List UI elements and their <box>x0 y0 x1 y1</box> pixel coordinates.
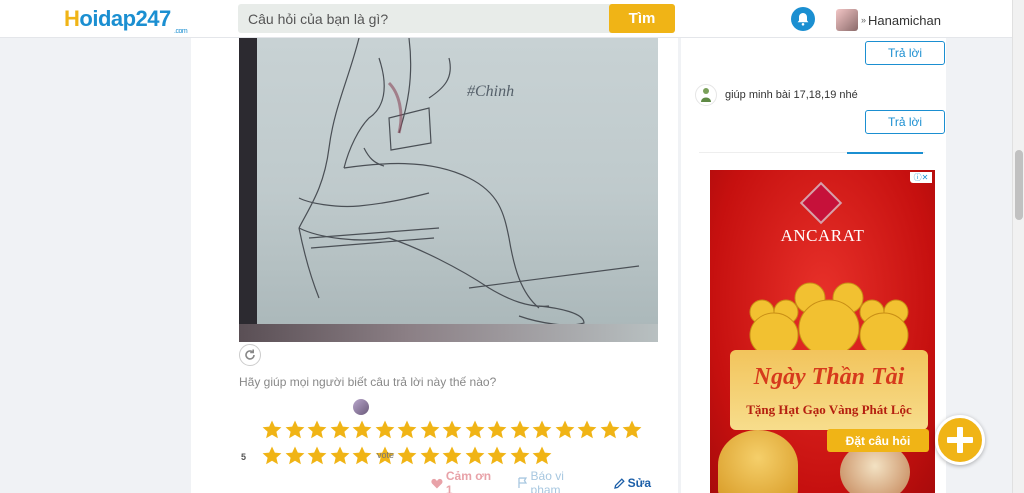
answer-panel: #Chinh Hãy giúp mọi người biết câu trả l… <box>191 38 678 493</box>
plus-icon[interactable] <box>935 415 985 465</box>
star-icon[interactable] <box>509 419 531 441</box>
ad-title: Ngày Thần Tài <box>753 364 905 390</box>
thanks-label: Cảm ơn 1 <box>445 469 492 493</box>
list-item[interactable]: giúp minh bài 17,18,19 nhé <box>695 84 935 106</box>
star-icon[interactable] <box>531 419 553 441</box>
site-logo[interactable]: Hoidap247 .com <box>64 6 188 35</box>
ad-subtitle: Tặng Hạt Gạo Vàng Phát Lộc <box>746 402 912 417</box>
star-icon[interactable] <box>396 445 418 467</box>
reply-button[interactable]: Trả lời <box>865 41 945 65</box>
edit-button[interactable]: Sửa <box>613 476 651 490</box>
report-label: Báo vi phạm <box>530 469 564 493</box>
username[interactable]: Hanamichan <box>868 13 941 28</box>
star-icon[interactable] <box>351 419 373 441</box>
image-shadow <box>239 38 257 342</box>
rating-value: 5 <box>241 452 247 462</box>
star-icon[interactable] <box>419 419 441 441</box>
star-rating-row-1 <box>261 419 661 441</box>
pencil-sketch: #Chinh <box>298 38 640 326</box>
star-icon[interactable] <box>329 419 351 441</box>
star-rating-row-2 <box>261 445 661 467</box>
ancarat-logo-icon <box>799 181 843 225</box>
star-icon[interactable] <box>509 445 531 467</box>
star-icon[interactable] <box>284 445 306 467</box>
star-icon[interactable] <box>441 419 463 441</box>
god-of-wealth-figure <box>718 430 798 493</box>
star-icon[interactable] <box>486 419 508 441</box>
chevron-down-icon: » <box>861 15 867 25</box>
image-shadow-bottom <box>239 324 658 342</box>
star-icon[interactable] <box>464 419 486 441</box>
ad-promo-panel: Ngày Thần Tài Tặng Hạt Gạo Vàng Phát Lộc <box>730 350 928 430</box>
star-icon[interactable] <box>306 445 328 467</box>
pencil-icon <box>613 477 625 489</box>
notification-bell-icon[interactable] <box>791 7 815 31</box>
answer-image[interactable]: #Chinh <box>239 38 658 342</box>
avatar[interactable] <box>695 84 717 106</box>
star-icon[interactable] <box>441 445 463 467</box>
vote-count-label: vote <box>377 450 395 460</box>
star-icon[interactable] <box>531 445 553 467</box>
star-icon[interactable] <box>329 445 351 467</box>
ad-brand: ANCARAT <box>780 226 865 245</box>
star-icon[interactable] <box>284 419 306 441</box>
star-icon[interactable] <box>374 419 396 441</box>
star-icon[interactable] <box>396 419 418 441</box>
user-menu[interactable]: » Hanamichan <box>836 9 941 31</box>
report-button[interactable]: Báo vi phạm <box>517 469 597 493</box>
reply-button[interactable]: Trả lời <box>865 110 945 134</box>
edit-label: Sửa <box>627 476 651 490</box>
svg-text:#Chinh: #Chinh <box>467 83 514 100</box>
star-icon[interactable] <box>261 445 283 467</box>
star-icon[interactable] <box>464 445 486 467</box>
star-icon[interactable] <box>554 419 576 441</box>
user-figure-icon <box>701 88 711 102</box>
star-icon[interactable] <box>351 445 373 467</box>
heart-icon <box>431 478 443 488</box>
avatar[interactable] <box>836 9 858 31</box>
question-text[interactable]: giúp minh bài 17,18,19 nhé <box>725 89 858 101</box>
rotate-image-button[interactable] <box>239 344 261 366</box>
rating-prompt: Hãy giúp mọi người biết câu trả lời này … <box>239 375 497 389</box>
plus-glyph <box>947 427 973 453</box>
search-bar: Tìm <box>238 4 675 33</box>
star-icon[interactable] <box>306 419 328 441</box>
star-icon[interactable] <box>419 445 441 467</box>
star-icon[interactable] <box>621 419 643 441</box>
star-icon[interactable] <box>486 445 508 467</box>
flag-icon <box>517 477 527 488</box>
divider-accent <box>847 152 923 154</box>
answer-actions: Cảm ơn 1 Báo vi phạm Sửa <box>431 469 651 493</box>
top-header: Hoidap247 .com Tìm » Hanamichan <box>0 0 1012 38</box>
thanks-button[interactable]: Cảm ơn 1 <box>431 469 501 493</box>
star-icon[interactable] <box>261 419 283 441</box>
ad-choices-icon[interactable]: ⓘ✕ <box>910 172 932 183</box>
search-button[interactable]: Tìm <box>609 4 675 33</box>
scrollbar-thumb[interactable] <box>1015 150 1023 220</box>
search-input[interactable] <box>238 4 608 33</box>
rotate-icon <box>245 349 255 360</box>
star-icon[interactable] <box>599 419 621 441</box>
page-scrollbar[interactable] <box>1012 0 1024 493</box>
avatar[interactable] <box>353 399 369 415</box>
ask-question-button[interactable]: Đặt câu hỏi <box>827 429 929 452</box>
star-icon[interactable] <box>576 419 598 441</box>
